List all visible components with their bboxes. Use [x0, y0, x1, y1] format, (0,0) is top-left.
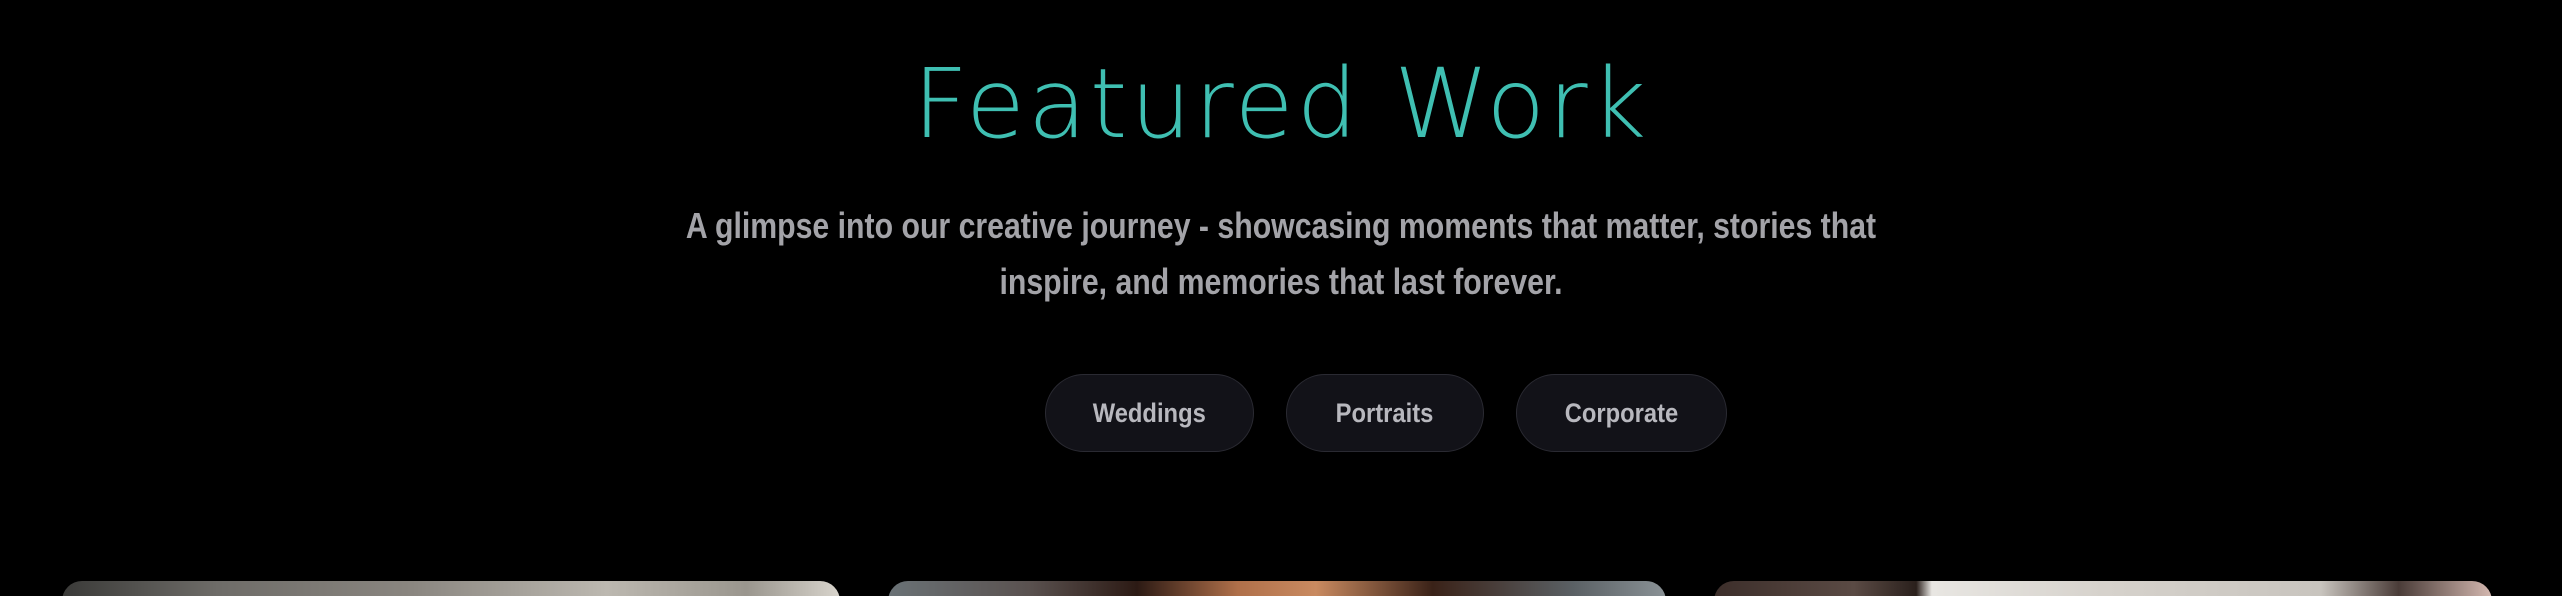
filter-corporate-button[interactable]: Corporate: [1516, 374, 1727, 452]
filter-weddings-button[interactable]: Weddings: [1045, 374, 1254, 452]
section-subtitle: A glimpse into our creative journey - sh…: [685, 205, 1877, 302]
filter-portraits-button[interactable]: Portraits: [1286, 374, 1484, 452]
gallery-card-image[interactable]: [888, 581, 1666, 596]
gallery-card-image[interactable]: [1714, 581, 2492, 596]
featured-work-section: Featured Work A glimpse into our creativ…: [0, 0, 2562, 596]
section-title: Featured Work: [912, 48, 1650, 160]
category-filters: Weddings Portraits Corporate: [0, 374, 2562, 454]
filter-corporate-label: Corporate: [1564, 397, 1679, 428]
filter-weddings-label: Weddings: [1092, 397, 1207, 428]
gallery-card-image[interactable]: [62, 581, 840, 596]
filter-portraits-label: Portraits: [1336, 397, 1434, 428]
